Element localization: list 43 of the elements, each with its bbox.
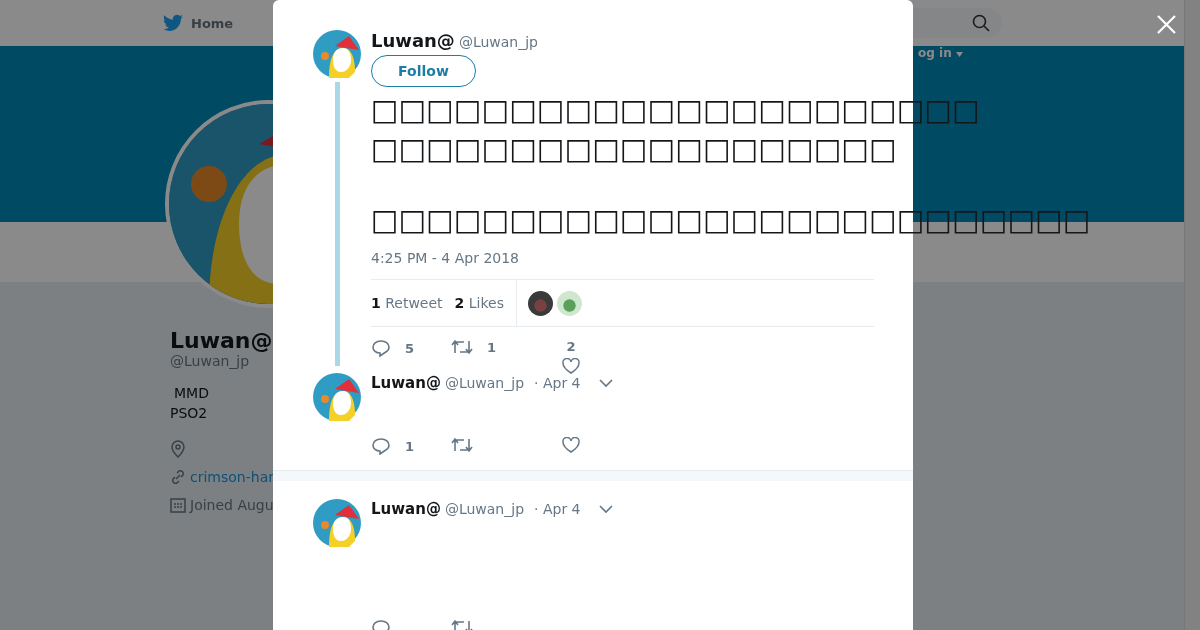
author-name[interactable]: Luwan@: [371, 500, 441, 518]
reply-count: 5: [405, 340, 415, 356]
bio-text: PSO2: [170, 404, 209, 423]
avatar-icon[interactable]: [528, 290, 553, 316]
stat-link[interactable]: 2 Likes: [454, 295, 504, 311]
author-name[interactable]: Luwan@: [371, 30, 455, 51]
nav-link[interactable]: Home: [191, 15, 234, 31]
retweet-icon[interactable]: [451, 339, 473, 355]
close-icon[interactable]: [1157, 15, 1176, 34]
tweet-text: □□□□□□□□□□□□□□□□□□□: [371, 133, 898, 165]
stat-link[interactable]: 1 Retweet: [371, 295, 443, 311]
calendar-icon: [170, 497, 186, 513]
join-date: Joined Augu: [190, 497, 274, 513]
author-handle[interactable]: @Luwan_jp: [458, 34, 538, 50]
caret-icon[interactable]: [598, 378, 613, 388]
author-handle[interactable]: @Luwan_jp: [444, 375, 524, 391]
like-count: 2: [566, 339, 576, 354]
reply-count: 1: [405, 438, 415, 454]
tweet-text: □□□□□□□□□□□□□□□□□□□□□□□□□□: [371, 204, 1091, 236]
caret-icon[interactable]: [598, 504, 613, 514]
author-handle[interactable]: @Luwan_jp: [444, 501, 524, 517]
retweet-icon[interactable]: [451, 437, 473, 453]
login-link[interactable]: og in: [918, 46, 952, 60]
reply-icon[interactable]: [371, 437, 391, 455]
caret-icon[interactable]: [955, 52, 963, 57]
search-icon[interactable]: [972, 14, 990, 32]
link-icon: [170, 469, 186, 485]
scrollbar[interactable]: [1184, 0, 1200, 630]
retweet-count: 1: [487, 339, 497, 355]
tweet-timestamp[interactable]: 4:25 PM - 4 Apr 2018: [371, 250, 520, 266]
location-icon: [170, 440, 186, 458]
bird-icon: [163, 14, 183, 32]
profile-handle: @Luwan_jp: [170, 353, 250, 369]
heart-icon[interactable]: [562, 358, 580, 374]
tweet-date[interactable]: · Apr 4: [534, 375, 581, 391]
bio-text: MMD: [173, 384, 209, 403]
heart-icon[interactable]: [562, 437, 580, 453]
profile-name: Luwan@: [170, 328, 273, 353]
search-field[interactable]: [913, 8, 1002, 38]
tweet-date[interactable]: · Apr 4: [534, 501, 581, 517]
author-name[interactable]: Luwan@: [371, 374, 441, 392]
reply-icon[interactable]: [371, 339, 391, 357]
follow-button[interactable]: Follow: [371, 55, 476, 87]
